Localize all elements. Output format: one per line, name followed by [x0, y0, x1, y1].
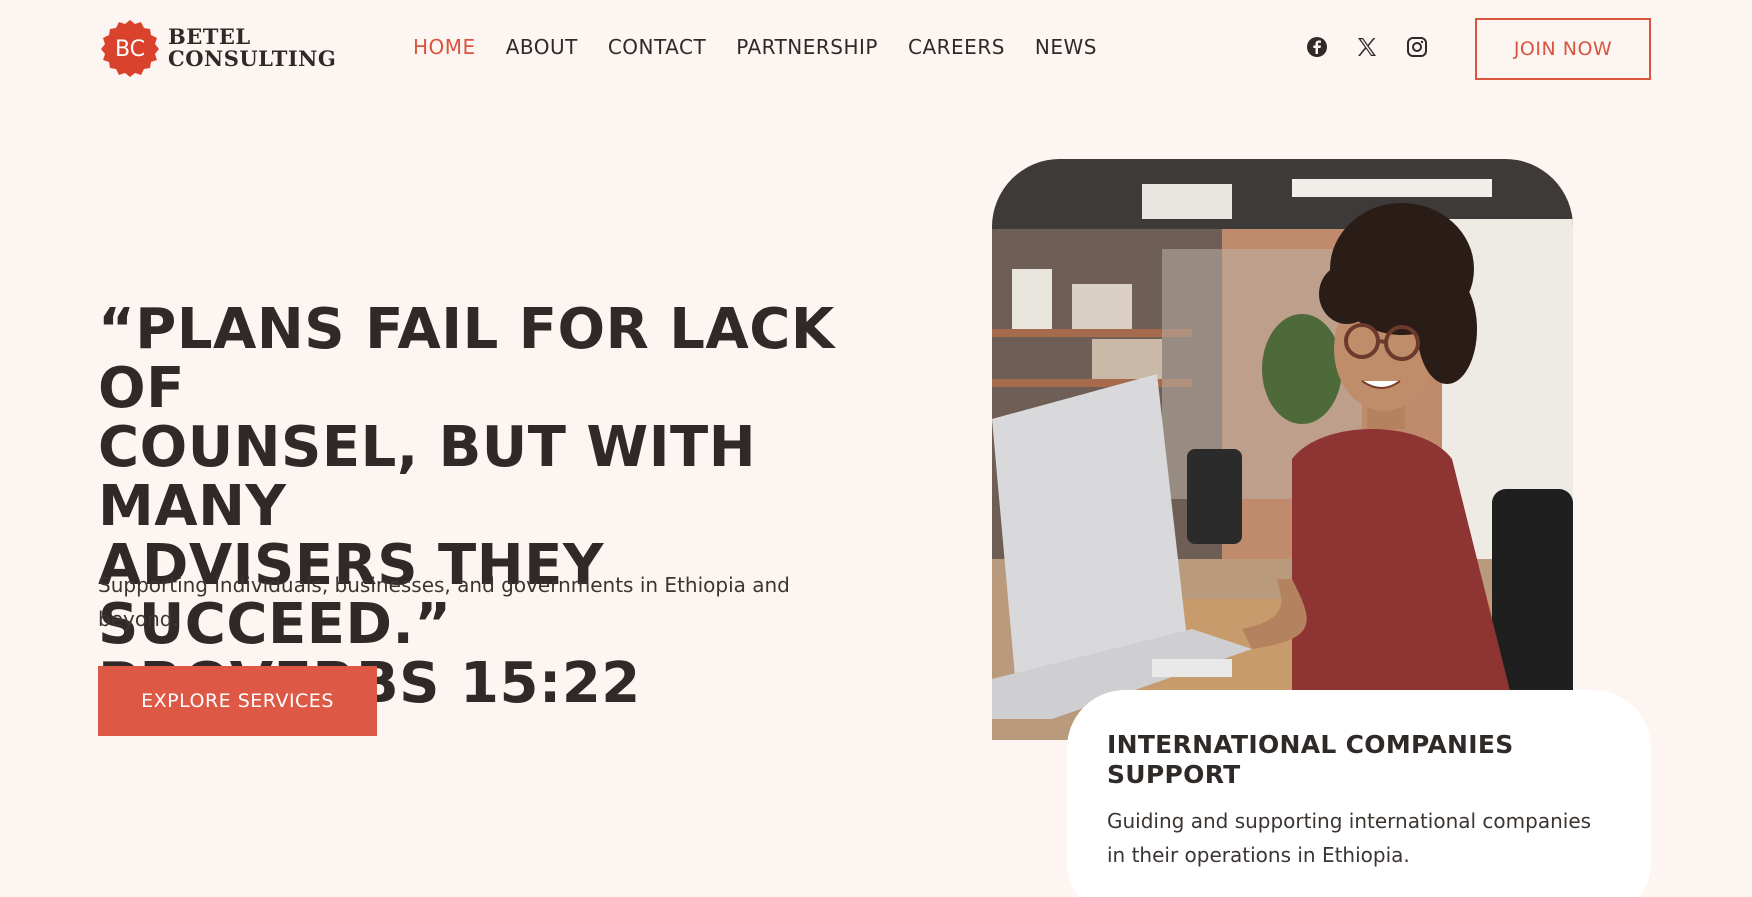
join-now-button[interactable]: JOIN NOW [1475, 18, 1651, 80]
x-icon[interactable] [1356, 36, 1378, 58]
nav-about[interactable]: ABOUT [506, 35, 578, 59]
brand-name-line2: CONSULTING [168, 46, 337, 71]
hero-title-line1: “PLANS FAIL FOR LACK OF [98, 297, 835, 421]
explore-services-button[interactable]: EXPLORE SERVICES [98, 666, 377, 736]
hero-photo [992, 159, 1573, 740]
page: BC BETEL CONSULTING HOME ABOUT CONTACT P… [0, 0, 1752, 897]
social-links [1306, 36, 1428, 58]
nav-home[interactable]: HOME [413, 35, 476, 59]
card-title: INTERNATIONAL COMPANIES SUPPORT [1107, 730, 1514, 789]
logo-seal-icon: BC [101, 20, 159, 77]
hero-title: “PLANS FAIL FOR LACK OF COUNSEL, BUT WIT… [98, 300, 938, 713]
brand-name-line1: BETEL [168, 24, 251, 49]
brand-logo[interactable]: BC BETEL CONSULTING [100, 18, 336, 78]
brand-name: BETEL CONSULTING [168, 26, 336, 70]
nav-news[interactable]: NEWS [1035, 35, 1097, 59]
nav-contact[interactable]: CONTACT [608, 35, 706, 59]
logo-initials: BC [115, 37, 145, 62]
hero-subtitle: Supporting individuals, businesses, and … [98, 573, 790, 631]
instagram-icon[interactable] [1406, 36, 1428, 58]
nav-partnership[interactable]: PARTNERSHIP [736, 35, 878, 59]
info-card: INTERNATIONAL COMPANIES SUPPORT Guiding … [1067, 690, 1651, 897]
card-text: Guiding and supporting international com… [1107, 809, 1592, 867]
facebook-icon[interactable] [1306, 36, 1328, 58]
nav-careers[interactable]: CAREERS [908, 35, 1005, 59]
hero-title-line2: COUNSEL, BUT WITH MANY [98, 415, 757, 539]
main-nav: HOME ABOUT CONTACT PARTNERSHIP CAREERS N… [413, 35, 1097, 59]
